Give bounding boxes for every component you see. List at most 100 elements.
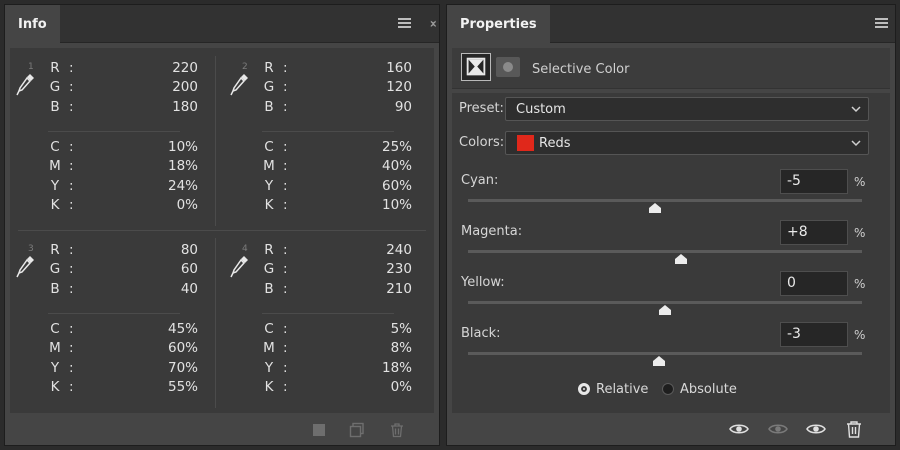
eyedropper-icon[interactable]: [230, 254, 250, 280]
radio-selected-icon: [578, 383, 590, 395]
channel-label: C: [264, 139, 274, 155]
relative-label: Relative: [596, 382, 649, 397]
channel-row: C: 45%: [48, 321, 198, 340]
colon: :: [283, 79, 288, 96]
eyedropper-icon[interactable]: [16, 254, 36, 280]
visibility-icon[interactable]: [767, 420, 789, 438]
colon: :: [69, 139, 74, 155]
rgb-values: R: 80 G: 60 B: 40: [48, 242, 198, 300]
stop-icon[interactable]: [311, 422, 327, 438]
channel-label: G: [263, 79, 275, 96]
colon: :: [283, 158, 288, 175]
slider-label: Yellow:: [461, 275, 505, 290]
percent-unit: %: [854, 277, 866, 291]
cmyk-values: C: 5% M: 8% Y: 18% K: 0%: [262, 321, 412, 398]
channel-label: G: [49, 79, 61, 96]
trash-icon[interactable]: [843, 420, 865, 438]
channel-value: 220: [172, 60, 198, 76]
slider-track[interactable]: [468, 352, 862, 355]
colon: :: [283, 139, 288, 155]
slider-value-input[interactable]: 0: [780, 271, 848, 296]
trash-icon[interactable]: [389, 422, 405, 438]
colors-select[interactable]: Reds: [505, 131, 869, 155]
preset-select[interactable]: Custom: [505, 97, 869, 121]
info-footer: [5, 417, 439, 445]
channel-label: C: [50, 139, 60, 155]
collapse-icon[interactable]: ›‹: [429, 16, 436, 32]
slider-track[interactable]: [468, 199, 862, 202]
tab-info[interactable]: Info: [5, 5, 60, 43]
slider-value-input[interactable]: -3: [780, 322, 848, 347]
channel-label: Y: [264, 359, 274, 376]
eye-icon[interactable]: [805, 420, 827, 438]
channel-value: 8%: [390, 340, 412, 357]
channel-label: B: [264, 280, 274, 297]
colon: :: [283, 261, 288, 278]
rgb-values: R: 240 G: 230 B: 210: [262, 242, 412, 300]
channel-row: R: 240: [262, 242, 412, 261]
channel-row: K: 55%: [48, 379, 198, 398]
channel-row: M: 40%: [262, 158, 412, 177]
colon: :: [69, 60, 74, 76]
channel-label: C: [264, 321, 274, 337]
channel-value: 240: [386, 242, 412, 258]
eyedropper-icon[interactable]: [230, 72, 250, 98]
radio-unselected-icon: [662, 383, 674, 395]
channel-value: 25%: [381, 139, 412, 155]
channel-row: M: 60%: [48, 340, 198, 359]
colon: :: [283, 359, 288, 376]
divider: [48, 313, 180, 314]
channel-row: R: 160: [262, 60, 412, 79]
channel-label: K: [50, 196, 60, 213]
channel-row: C: 25%: [262, 139, 412, 158]
eyedropper-icon[interactable]: [16, 72, 36, 98]
properties-panel: Properties Selective Color Preset: Custo…: [446, 4, 896, 446]
colon: :: [69, 378, 74, 395]
properties-tab-bar: Properties: [447, 5, 895, 43]
channel-row: G: 120: [262, 79, 412, 98]
eye-icon[interactable]: [728, 420, 750, 438]
slider-label: Magenta:: [461, 224, 523, 239]
slider-track[interactable]: [468, 301, 862, 304]
slider-thumb[interactable]: [648, 203, 662, 214]
color-sampler-readout: 1 R: 220 G: 200 B: 180 C: 10% M: 18% Y: 24% K: 0%: [10, 48, 222, 230]
layer-mask-icon[interactable]: [496, 57, 520, 77]
menu-icon[interactable]: [398, 18, 411, 29]
channel-value: 0%: [176, 196, 198, 213]
channel-row: R: 80: [48, 242, 198, 261]
slider-value-input[interactable]: +8: [780, 220, 848, 245]
new-layer-icon[interactable]: [349, 422, 365, 438]
adjustment-header: Selective Color: [452, 48, 890, 89]
slider-track[interactable]: [468, 250, 862, 253]
slider-thumb[interactable]: [658, 305, 672, 316]
channel-row: C: 5%: [262, 321, 412, 340]
colon: :: [69, 196, 74, 213]
slider-thumb[interactable]: [652, 356, 666, 367]
menu-icon[interactable]: [875, 18, 888, 29]
sampler-number: 1: [28, 62, 34, 72]
channel-label: M: [49, 340, 61, 357]
colon: :: [69, 242, 74, 258]
selective-color-controls: Preset: Custom Colors: Reds Relative Abs…: [452, 93, 890, 413]
channel-value: 70%: [167, 359, 198, 376]
selective-color-icon[interactable]: [461, 53, 491, 81]
channel-value: 40: [180, 280, 198, 297]
slider-thumb[interactable]: [674, 254, 688, 265]
slider-value-input[interactable]: -5: [780, 169, 848, 194]
cmyk-values: C: 25% M: 40% Y: 60% K: 10%: [262, 139, 412, 216]
channel-row: Y: 70%: [48, 360, 198, 379]
slider-label: Cyan:: [461, 173, 499, 188]
channel-row: M: 18%: [48, 158, 198, 177]
channel-value: 210: [386, 280, 412, 297]
colon: :: [283, 98, 288, 115]
colors-label: Colors:: [459, 135, 505, 150]
channel-value: 45%: [167, 321, 198, 337]
channel-label: B: [50, 98, 60, 115]
channel-row: M: 8%: [262, 340, 412, 359]
channel-value: 180: [172, 98, 198, 115]
tab-properties[interactable]: Properties: [447, 5, 550, 43]
channel-row: R: 220: [48, 60, 198, 79]
divider: [262, 131, 394, 132]
channel-value: 40%: [381, 158, 412, 175]
channel-value: 60%: [167, 340, 198, 357]
